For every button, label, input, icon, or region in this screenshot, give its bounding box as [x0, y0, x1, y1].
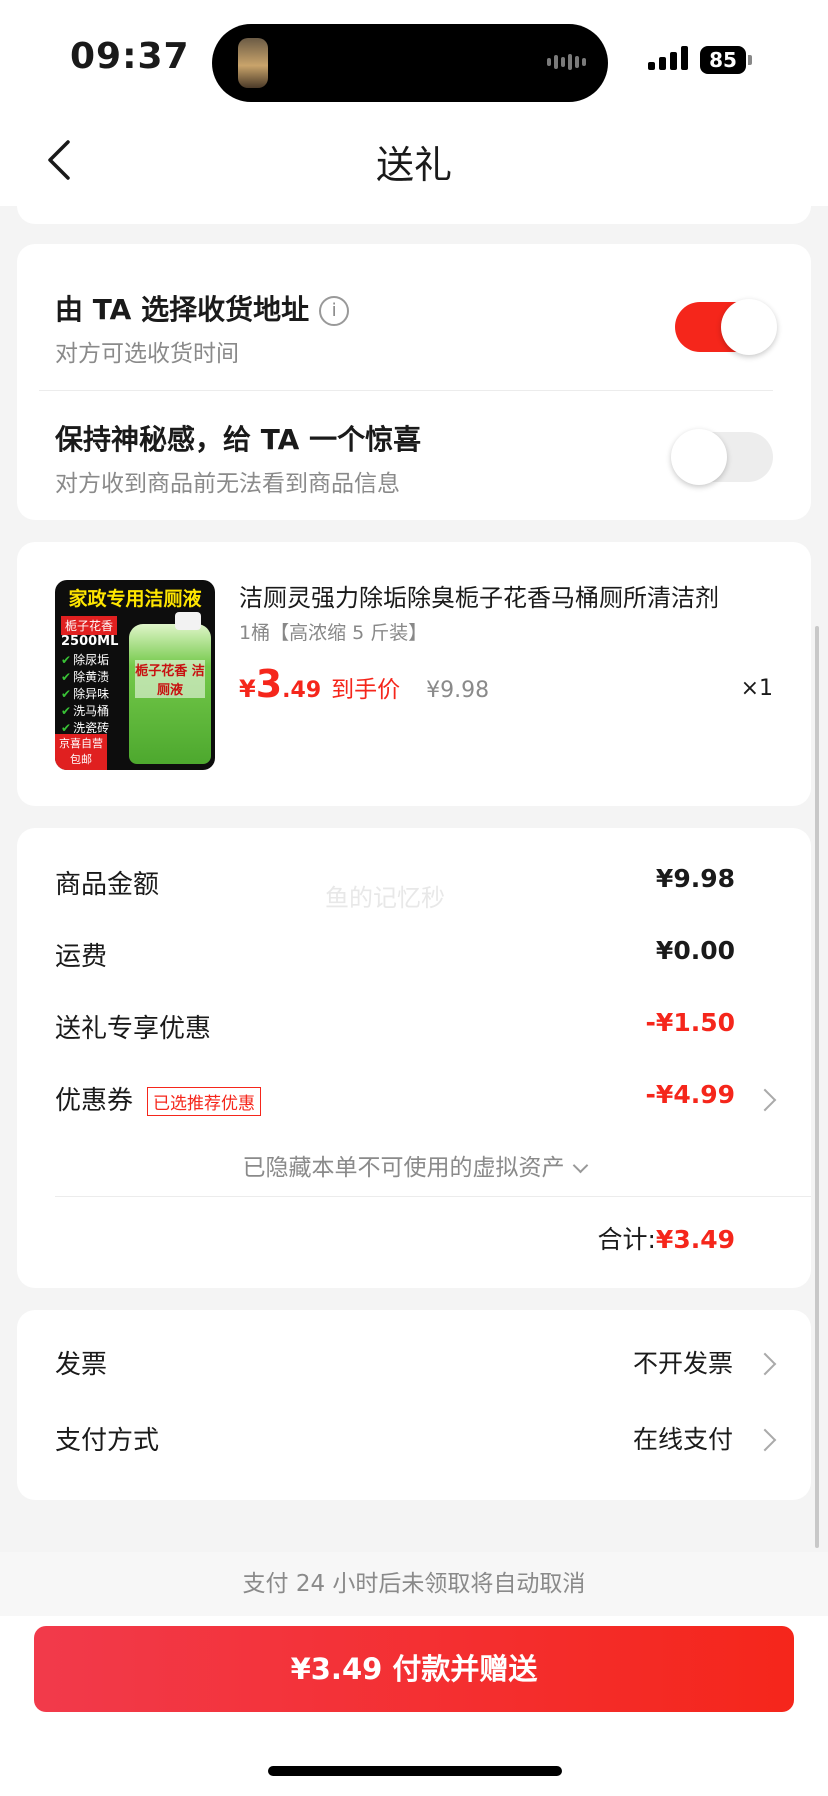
- product-image-features: 除尿垢 除黄渍 除异味 洗马桶 洗瓷砖: [61, 652, 109, 737]
- product-image-badge: 京喜自营 包邮: [55, 734, 107, 770]
- summary-value-gift-discount: -¥1.50: [645, 1008, 735, 1037]
- scrollbar[interactable]: [815, 626, 819, 1548]
- surprise-option-subtitle: 对方收到商品前无法看到商品信息: [55, 471, 400, 497]
- summary-value-coupon[interactable]: -¥4.99: [646, 1080, 735, 1109]
- home-indicator[interactable]: [268, 1766, 562, 1776]
- address-toggle[interactable]: [675, 299, 777, 355]
- product-spec: 1桶【高浓缩 5 斤装】: [239, 622, 428, 644]
- chevron-right-icon[interactable]: [753, 1088, 777, 1112]
- total-label: 合计:: [597, 1225, 656, 1254]
- toggle-knob: [721, 299, 777, 355]
- now-playing-thumbnail: [238, 38, 268, 88]
- price-summary-card: 鱼的记忆秒 商品金额 ¥9.98 运费 ¥0.00 送礼专享优惠 -¥1.50 …: [17, 828, 811, 1288]
- product-title[interactable]: 洁厕灵强力除垢除臭栀子花香马桶厕所清洁剂: [239, 578, 769, 613]
- surprise-toggle[interactable]: [671, 429, 773, 485]
- divider: [39, 390, 773, 391]
- auto-cancel-note: 支付 24 小时后未领取将自动取消: [0, 1552, 828, 1616]
- audio-wave-icon: [547, 54, 586, 70]
- summary-value-shipping: ¥0.00: [655, 936, 735, 965]
- summary-value-goods: ¥9.98: [655, 864, 735, 893]
- price-row: ¥3.49 到手价 ¥9.98: [239, 662, 489, 706]
- address-option-label: 由 TA 选择收货地址: [55, 293, 310, 326]
- surprise-option-title: 保持神秘感，给 TA 一个惊喜: [55, 423, 422, 456]
- price-decimal: .49: [282, 678, 322, 703]
- feature-item: 除尿垢: [61, 652, 109, 669]
- payment-method-value[interactable]: 在线支付: [633, 1420, 733, 1456]
- dynamic-island: [212, 24, 608, 102]
- product-jug-label: 栀子花香 洁厕液: [135, 660, 205, 698]
- original-price: ¥9.98: [426, 678, 490, 703]
- price-currency: ¥: [239, 675, 256, 703]
- battery-icon: 85: [700, 46, 746, 74]
- status-time: 09:37: [70, 36, 190, 77]
- invoice-value[interactable]: 不开发票: [633, 1344, 733, 1380]
- status-bar: 09:37 85: [0, 0, 828, 110]
- chevron-right-icon[interactable]: [753, 1428, 777, 1452]
- feature-item: 洗马桶: [61, 703, 109, 720]
- feature-item: 除黄渍: [61, 669, 109, 686]
- total-row: 合计:¥3.49: [597, 1220, 735, 1256]
- coupon-label: 优惠券: [55, 1086, 134, 1116]
- product-image-volume: 2500ML: [61, 634, 119, 649]
- hidden-assets-toggle[interactable]: 已隐藏本单不可使用的虚拟资产: [17, 1148, 811, 1182]
- summary-label-shipping: 运费: [55, 942, 108, 972]
- product-image-headline: 家政专用洁厕液: [68, 588, 202, 610]
- toggle-knob: [671, 429, 727, 485]
- pay-and-gift-button[interactable]: ¥3.49 付款并赠送: [34, 1626, 794, 1712]
- divider: [55, 1196, 811, 1197]
- hidden-assets-label: 已隐藏本单不可使用的虚拟资产: [242, 1155, 565, 1181]
- bottom-bar: 支付 24 小时后未领取将自动取消 ¥3.49 付款并赠送: [0, 1552, 828, 1796]
- invoice-label[interactable]: 发票: [55, 1344, 107, 1381]
- gift-options-card: 由 TA 选择收货地址 i 对方可选收货时间 保持神秘感，给 TA 一个惊喜 对方…: [17, 244, 811, 520]
- product-image-tag: 栀子花香: [61, 616, 118, 635]
- info-icon[interactable]: i: [319, 296, 350, 326]
- chevron-right-icon[interactable]: [753, 1352, 777, 1376]
- previous-card-remnant: [17, 196, 811, 224]
- page-title: 送礼: [375, 143, 452, 187]
- quantity: ×1: [740, 676, 773, 701]
- summary-label-gift-discount: 送礼专享优惠: [55, 1014, 212, 1044]
- battery-tip: [748, 55, 752, 65]
- invoice-payment-card: 发票 不开发票 支付方式 在线支付: [17, 1310, 811, 1500]
- address-option-subtitle: 对方可选收货时间: [55, 341, 239, 367]
- watermark: 鱼的记忆秒: [325, 884, 445, 912]
- nav-bar: 送礼: [0, 110, 828, 206]
- product-card[interactable]: 家政专用洁厕液 栀子花香 2500ML 除尿垢 除黄渍 除异味 洗马桶 洗瓷砖 …: [17, 542, 811, 806]
- summary-label-coupon[interactable]: 优惠券 已选推荐优惠: [55, 1080, 262, 1117]
- product-jug-cap: [175, 612, 201, 630]
- summary-label-goods: 商品金额: [55, 870, 160, 900]
- total-amount: ¥3.49: [655, 1225, 735, 1254]
- coupon-recommended-tag: 已选推荐优惠: [147, 1087, 262, 1116]
- price-label: 到手价: [331, 677, 401, 703]
- cellular-signal-icon: [648, 46, 688, 70]
- chevron-down-icon: [572, 1157, 588, 1174]
- product-image[interactable]: 家政专用洁厕液 栀子花香 2500ML 除尿垢 除黄渍 除异味 洗马桶 洗瓷砖 …: [55, 580, 215, 770]
- address-option-title: 由 TA 选择收货地址 i: [55, 288, 350, 328]
- price-integer: 3: [255, 662, 283, 706]
- payment-method-label[interactable]: 支付方式: [55, 1420, 159, 1457]
- feature-item: 除异味: [61, 686, 109, 703]
